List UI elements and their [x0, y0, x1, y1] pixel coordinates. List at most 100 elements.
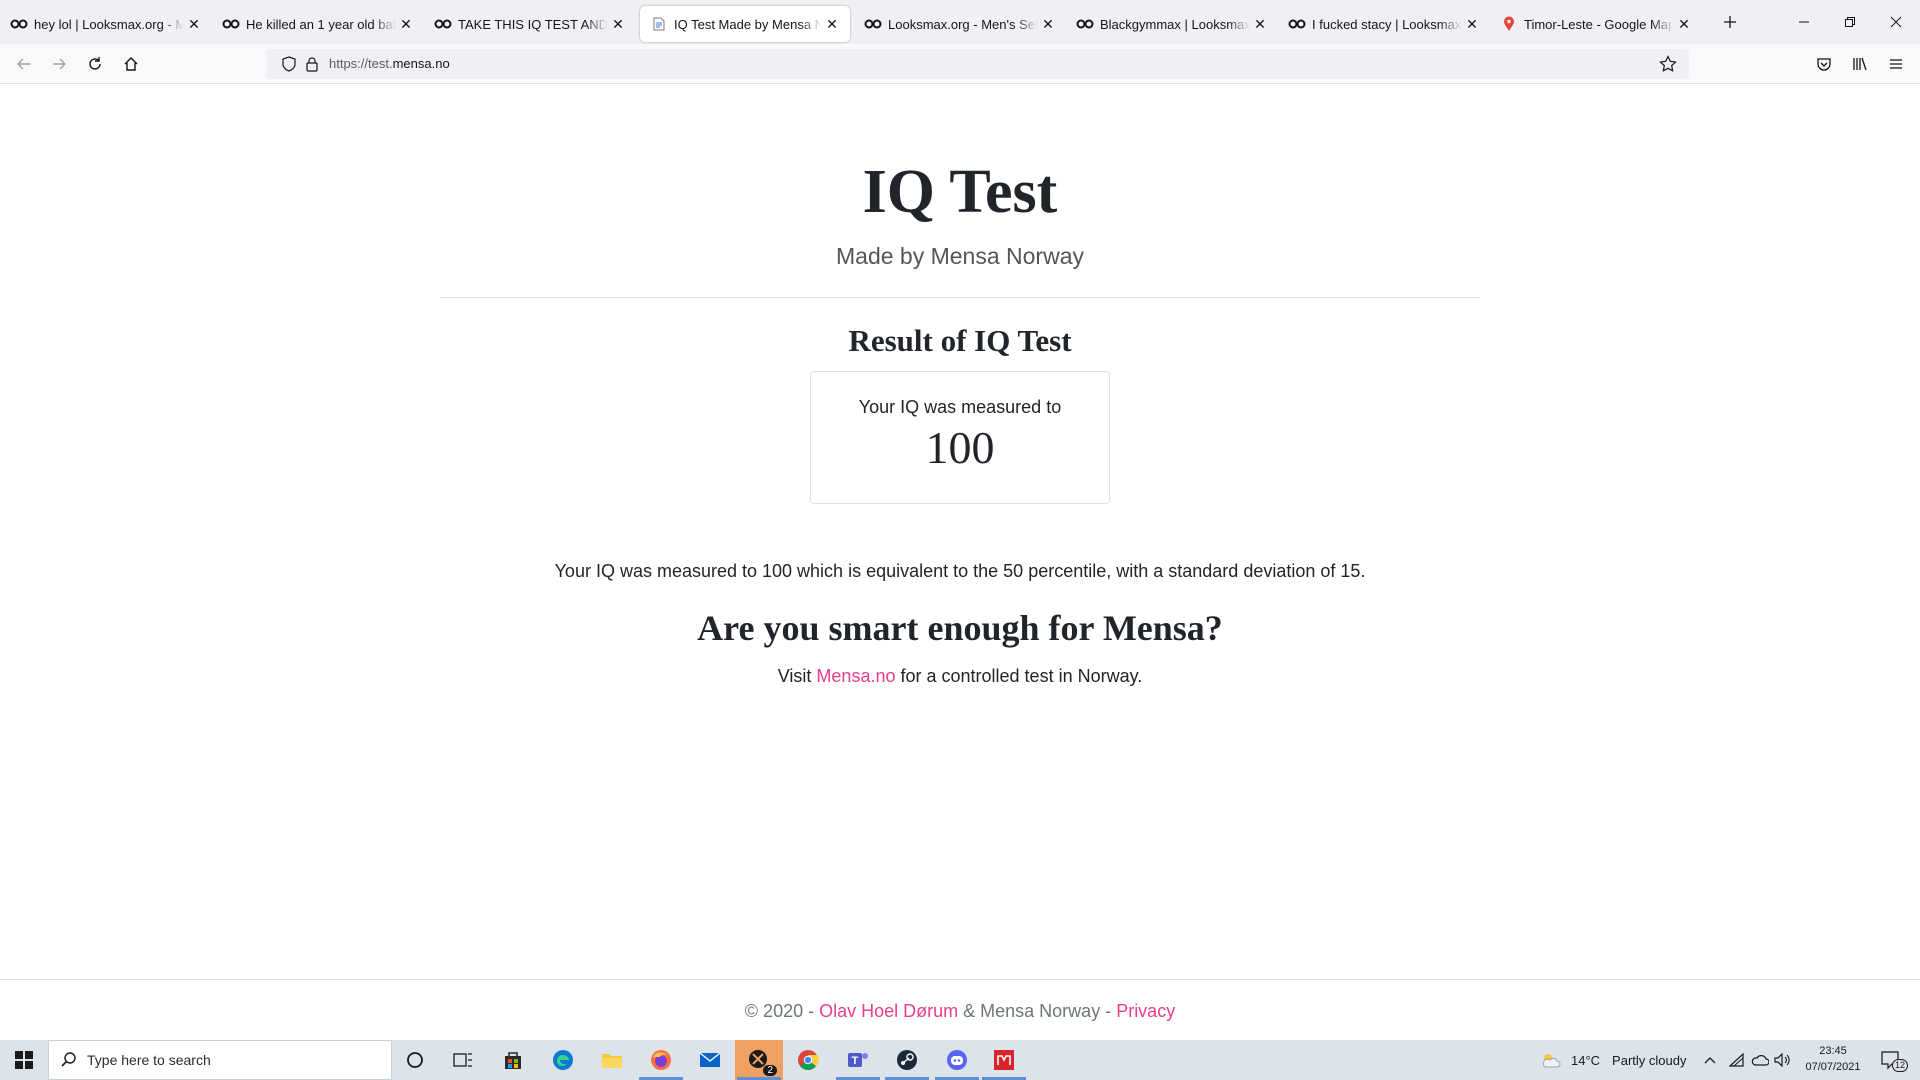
- mail-app[interactable]: [686, 1040, 734, 1080]
- windows-taskbar: Type here to search 2 T 14°C Partly clou…: [0, 1040, 1920, 1080]
- browser-tab[interactable]: He killed an 1 year old baby and got awa…: [212, 6, 424, 42]
- footer-org: & Mensa Norway -: [958, 1001, 1117, 1021]
- cortana-circle-icon: [407, 1052, 423, 1068]
- firefox-app[interactable]: [637, 1040, 685, 1080]
- weather-widget[interactable]: 14°C Partly cloudy: [1539, 1040, 1686, 1080]
- tab-close-icon[interactable]: ✕: [1040, 16, 1056, 33]
- start-button[interactable]: [0, 1040, 48, 1080]
- firefox-icon: [651, 1050, 671, 1070]
- volume-button[interactable]: [1774, 1040, 1792, 1080]
- footer-text: © 2020 - Olav Hoel Dørum & Mensa Norway …: [0, 1001, 1920, 1022]
- speaker-icon: [1774, 1053, 1790, 1067]
- lock-icon[interactable]: [305, 56, 319, 72]
- red-app[interactable]: [980, 1040, 1028, 1080]
- divider: [440, 297, 1480, 298]
- forward-button[interactable]: [45, 50, 73, 78]
- cortana-button[interactable]: [391, 1040, 439, 1080]
- visit-prefix: Visit: [777, 666, 817, 686]
- search-icon: [61, 1052, 76, 1067]
- address-bar[interactable]: https://test.mensa.no: [267, 49, 1689, 79]
- close-icon: [1890, 16, 1902, 28]
- home-icon: [124, 57, 138, 71]
- menu-button[interactable]: [1882, 50, 1910, 78]
- home-button[interactable]: [117, 50, 145, 78]
- app-badge: 2: [763, 1065, 777, 1076]
- tab-close-icon[interactable]: ✕: [186, 16, 202, 33]
- browser-tab[interactable]: Timor-Leste - Google Maps ✕: [1490, 6, 1702, 42]
- onedrive-button[interactable]: [1751, 1040, 1769, 1080]
- minimize-button[interactable]: [1781, 0, 1827, 44]
- result-heading: Result of IQ Test: [848, 323, 1072, 358]
- close-window-button[interactable]: [1873, 0, 1919, 44]
- tab-title: He killed an 1 year old baby and got awa…: [246, 16, 396, 32]
- tab-close-icon[interactable]: ✕: [610, 16, 626, 33]
- mensa-link[interactable]: Mensa.no: [816, 666, 895, 686]
- minimize-icon: [1799, 21, 1809, 23]
- footer-copyright: © 2020 -: [744, 1001, 820, 1021]
- teams-app[interactable]: T: [834, 1040, 882, 1080]
- tab-close-icon[interactable]: ✕: [824, 16, 840, 33]
- restore-button[interactable]: [1827, 0, 1873, 44]
- chrome-app[interactable]: [784, 1040, 832, 1080]
- tab-favicon: [434, 18, 452, 30]
- file-explorer-app[interactable]: [588, 1040, 636, 1080]
- tab-close-icon[interactable]: ✕: [1676, 16, 1692, 33]
- shield-icon[interactable]: [281, 56, 297, 72]
- looksmax-favicon-icon: [222, 19, 240, 29]
- taskbar-search-box[interactable]: Type here to search: [48, 1040, 392, 1080]
- task-view-button[interactable]: [439, 1040, 487, 1080]
- browser-tab[interactable]: Blackgymmax | Looksmax.org✕: [1066, 6, 1278, 42]
- cloud-icon: [1751, 1055, 1769, 1066]
- action-center-button[interactable]: 12: [1880, 1040, 1909, 1080]
- teams-icon: T: [848, 1053, 868, 1067]
- url-text[interactable]: https://test.mensa.no: [329, 56, 450, 71]
- steam-icon: [897, 1050, 917, 1070]
- tab-favicon: [1076, 18, 1094, 30]
- browser-tab[interactable]: Looksmax.org - Men's Self-Improvement✕: [854, 6, 1066, 42]
- back-button[interactable]: [10, 50, 38, 78]
- discord-app[interactable]: [933, 1040, 981, 1080]
- steam-app[interactable]: [883, 1040, 931, 1080]
- chevron-up-icon: [1704, 1057, 1716, 1064]
- browser-tab[interactable]: I fucked stacy | Looksmax.org✕: [1278, 6, 1490, 42]
- folder-icon: [602, 1054, 622, 1068]
- partly-cloudy-icon: [1542, 1054, 1561, 1068]
- browser-tab[interactable]: hey lol | Looksmax.org - Men's Self-Impr…: [0, 6, 212, 42]
- task-view-icon: [453, 1053, 472, 1067]
- show-hidden-icons-button[interactable]: [1703, 1040, 1717, 1080]
- pocket-button[interactable]: [1810, 50, 1838, 78]
- tab-favicon: [1500, 16, 1518, 31]
- pocket-icon: [1817, 58, 1831, 71]
- plus-icon: [1724, 16, 1736, 28]
- clock[interactable]: 23:45 07/07/2021: [1793, 1043, 1873, 1075]
- new-tab-button[interactable]: [1712, 4, 1748, 40]
- tab-title: Timor-Leste - Google Maps: [1524, 16, 1674, 32]
- maps-pin-icon: [1504, 16, 1514, 31]
- edge-app[interactable]: [539, 1040, 587, 1080]
- tab-close-icon[interactable]: ✕: [1464, 16, 1480, 33]
- microsoft-store-app[interactable]: [489, 1040, 537, 1080]
- page-document-icon: [653, 17, 665, 31]
- library-button[interactable]: [1846, 50, 1874, 78]
- reload-button[interactable]: [81, 50, 109, 78]
- network-icon-button[interactable]: [1729, 1040, 1745, 1080]
- looksmax-favicon-icon: [434, 19, 452, 29]
- xbox-game-bar-app[interactable]: 2: [735, 1040, 783, 1080]
- looksmax-favicon-icon: [864, 19, 882, 29]
- author-link[interactable]: Olav Hoel Dørum: [819, 1001, 958, 1021]
- weather-description: Partly cloudy: [1612, 1052, 1687, 1068]
- clock-date: 07/07/2021: [1805, 1061, 1861, 1073]
- notification-count: 12: [1892, 1059, 1909, 1072]
- browser-tab[interactable]: IQ Test Made by Mensa Norway✕: [640, 6, 850, 42]
- library-icon: [1853, 57, 1867, 71]
- privacy-link[interactable]: Privacy: [1116, 1001, 1175, 1021]
- tab-close-icon[interactable]: ✕: [1252, 16, 1268, 33]
- bookmark-star-icon[interactable]: [1659, 55, 1677, 73]
- iq-result-card: Your IQ was measured to 100: [810, 371, 1110, 504]
- browser-tab[interactable]: TAKE THIS IQ TEST AND POST RESULTS✕: [424, 6, 636, 42]
- tab-close-icon[interactable]: ✕: [398, 16, 414, 33]
- tab-strip: hey lol | Looksmax.org - Men's Self-Impr…: [0, 0, 1920, 44]
- red-app-icon: [994, 1050, 1014, 1070]
- hamburger-menu-icon: [1890, 59, 1902, 69]
- page-title: IQ Test: [862, 158, 1058, 226]
